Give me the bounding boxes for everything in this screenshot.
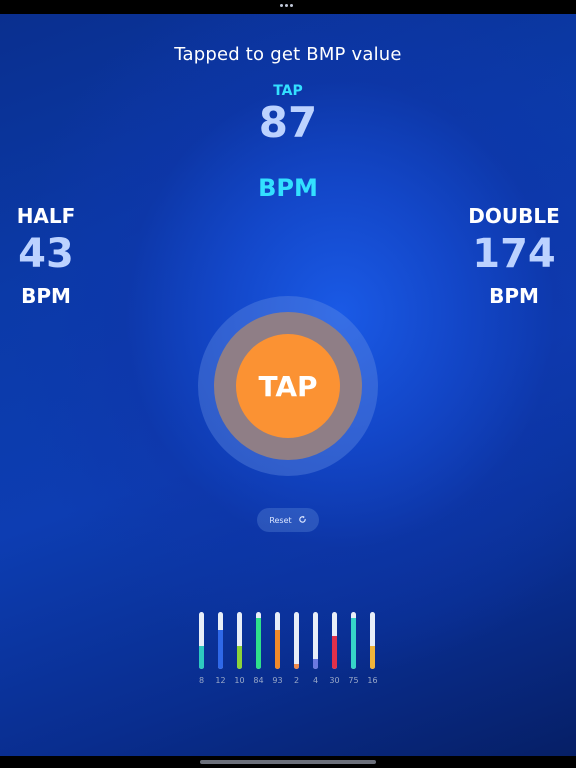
- meter-track: [275, 612, 280, 669]
- meter-label: 8: [198, 676, 205, 685]
- meter-label: 30: [329, 676, 340, 685]
- level-meter: 93: [272, 612, 283, 685]
- double-unit: BPM: [489, 284, 539, 308]
- meter-track: [256, 612, 261, 669]
- level-meter: 75: [348, 612, 359, 685]
- double-value: 174: [472, 231, 556, 277]
- meter-fill: [256, 617, 261, 669]
- meter-fill: [332, 635, 337, 669]
- meter-fill: [237, 646, 242, 669]
- meter-label: 12: [215, 676, 226, 685]
- meter-label: 75: [348, 676, 359, 685]
- bpm-label: BPM: [258, 174, 318, 202]
- half-panel: HALF 43 BPM: [0, 204, 116, 308]
- headline: Tapped to get BMP value: [174, 44, 402, 65]
- meter-fill: [370, 646, 375, 669]
- tap-button-label: TAP: [258, 369, 318, 403]
- meter-track: [294, 612, 299, 669]
- meter-label: 4: [312, 676, 319, 685]
- level-meter: 16: [367, 612, 378, 685]
- meter-fill: [351, 617, 356, 669]
- meter-fill: [294, 664, 299, 669]
- home-indicator[interactable]: [200, 760, 376, 764]
- half-unit: BPM: [21, 284, 71, 308]
- half-label: HALF: [16, 204, 76, 228]
- top-bar: [0, 0, 576, 14]
- reset-button[interactable]: Reset: [257, 508, 319, 532]
- level-meter: 12: [215, 612, 226, 685]
- meter-fill: [199, 646, 204, 669]
- double-panel: DOUBLE 174 BPM: [444, 204, 576, 308]
- meter-track: [370, 612, 375, 669]
- meter-track: [332, 612, 337, 669]
- meter-track: [351, 612, 356, 669]
- half-value: 43: [18, 231, 74, 277]
- tap-bpm-value: 87: [258, 98, 318, 147]
- level-meter: 4: [312, 612, 319, 685]
- level-meter: 2: [293, 612, 300, 685]
- meter-label: 84: [253, 676, 264, 685]
- level-meter: 8: [198, 612, 205, 685]
- meter-label: 2: [293, 676, 300, 685]
- level-meters: 8 12 10 84 93 2 4 30 75 16: [198, 612, 378, 685]
- reset-label: Reset: [269, 515, 292, 525]
- meter-label: 10: [234, 676, 245, 685]
- more-icon[interactable]: [280, 4, 293, 7]
- meter-track: [199, 612, 204, 669]
- meter-fill: [275, 630, 280, 669]
- meter-fill: [218, 630, 223, 669]
- refresh-icon: [298, 515, 307, 526]
- level-meter: 30: [329, 612, 340, 685]
- meter-track: [313, 612, 318, 669]
- tap-label: TAP: [273, 83, 303, 99]
- meter-fill: [313, 658, 318, 669]
- tap-button[interactable]: TAP: [236, 334, 340, 438]
- double-label: DOUBLE: [468, 204, 560, 228]
- meter-track: [218, 612, 223, 669]
- meter-track: [237, 612, 242, 669]
- level-meter: 84: [253, 612, 264, 685]
- meter-label: 16: [367, 676, 378, 685]
- level-meter: 10: [234, 612, 245, 685]
- meter-label: 93: [272, 676, 283, 685]
